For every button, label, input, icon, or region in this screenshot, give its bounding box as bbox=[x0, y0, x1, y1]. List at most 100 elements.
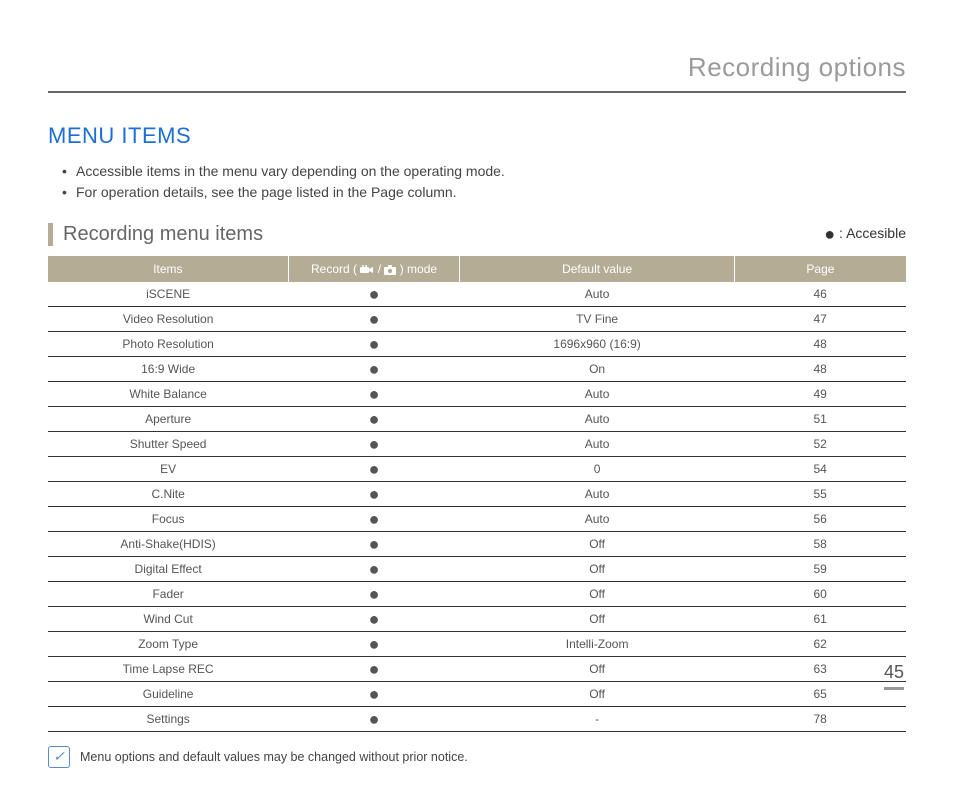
cell-default: Auto bbox=[460, 507, 735, 532]
cell-default: Auto bbox=[460, 432, 735, 457]
chapter-title: Recording options bbox=[48, 52, 906, 93]
table-row: Fader●Off60 bbox=[48, 582, 906, 607]
cell-item: Guideline bbox=[48, 682, 288, 707]
cell-item: iSCENE bbox=[48, 282, 288, 307]
cell-page: 56 bbox=[734, 507, 906, 532]
cell-mode: ● bbox=[288, 532, 460, 557]
table-row: Video Resolution●TV Fine47 bbox=[48, 307, 906, 332]
table-row: Settings●-78 bbox=[48, 707, 906, 732]
cell-mode: ● bbox=[288, 307, 460, 332]
th-mode-post: ) mode bbox=[396, 262, 437, 276]
cell-item: Aperture bbox=[48, 407, 288, 432]
subsection-title: Recording menu items bbox=[48, 223, 263, 246]
cell-default: Auto bbox=[460, 407, 735, 432]
cell-mode: ● bbox=[288, 432, 460, 457]
table-row: Photo Resolution●1696x960 (16:9)48 bbox=[48, 332, 906, 357]
table-row: iSCENE●Auto46 bbox=[48, 282, 906, 307]
cell-default: 0 bbox=[460, 457, 735, 482]
dot-icon: ● bbox=[824, 224, 835, 244]
cell-mode: ● bbox=[288, 632, 460, 657]
cell-page: 48 bbox=[734, 357, 906, 382]
cell-default: - bbox=[460, 707, 735, 732]
cell-page: 52 bbox=[734, 432, 906, 457]
cell-page: 78 bbox=[734, 707, 906, 732]
table-row: Guideline●Off65 bbox=[48, 682, 906, 707]
cell-default: Off bbox=[460, 607, 735, 632]
cell-default: Auto bbox=[460, 282, 735, 307]
video-icon bbox=[360, 262, 374, 276]
table-row: Zoom Type●Intelli-Zoom62 bbox=[48, 632, 906, 657]
cell-item: Anti-Shake(HDIS) bbox=[48, 532, 288, 557]
cell-item: Focus bbox=[48, 507, 288, 532]
cell-page: 51 bbox=[734, 407, 906, 432]
cell-mode: ● bbox=[288, 332, 460, 357]
cell-item: Photo Resolution bbox=[48, 332, 288, 357]
bullet-item: For operation details, see the page list… bbox=[62, 182, 906, 203]
cell-page: 55 bbox=[734, 482, 906, 507]
cell-default: Off bbox=[460, 582, 735, 607]
cell-mode: ● bbox=[288, 407, 460, 432]
cell-default: Auto bbox=[460, 382, 735, 407]
cell-mode: ● bbox=[288, 357, 460, 382]
th-mode-pre: Record ( bbox=[311, 262, 360, 276]
th-default: Default value bbox=[460, 256, 735, 282]
cell-page: 47 bbox=[734, 307, 906, 332]
table-row: 16:9 Wide●On48 bbox=[48, 357, 906, 382]
cell-default: Off bbox=[460, 532, 735, 557]
cell-default: Auto bbox=[460, 482, 735, 507]
table-row: Time Lapse REC●Off63 bbox=[48, 657, 906, 682]
cell-item: Zoom Type bbox=[48, 632, 288, 657]
cell-item: Digital Effect bbox=[48, 557, 288, 582]
cell-mode: ● bbox=[288, 682, 460, 707]
menu-table: Items Record ( / ) mode Default value Pa… bbox=[48, 256, 906, 732]
intro-bullets: Accessible items in the menu vary depend… bbox=[62, 161, 906, 203]
legend-label: : Accesible bbox=[835, 225, 906, 241]
bullet-item: Accessible items in the menu vary depend… bbox=[62, 161, 906, 182]
cell-item: Shutter Speed bbox=[48, 432, 288, 457]
legend: ● : Accesible bbox=[824, 224, 906, 245]
cell-mode: ● bbox=[288, 482, 460, 507]
section-title: MENU ITEMS bbox=[48, 123, 906, 149]
cell-mode: ● bbox=[288, 657, 460, 682]
cell-item: Fader bbox=[48, 582, 288, 607]
cell-item: EV bbox=[48, 457, 288, 482]
cell-item: White Balance bbox=[48, 382, 288, 407]
table-row: White Balance●Auto49 bbox=[48, 382, 906, 407]
cell-item: Settings bbox=[48, 707, 288, 732]
th-page: Page bbox=[734, 256, 906, 282]
table-row: EV●054 bbox=[48, 457, 906, 482]
cell-page: 49 bbox=[734, 382, 906, 407]
cell-page: 63 bbox=[734, 657, 906, 682]
cell-page: 60 bbox=[734, 582, 906, 607]
table-row: Shutter Speed●Auto52 bbox=[48, 432, 906, 457]
cell-page: 62 bbox=[734, 632, 906, 657]
cell-mode: ● bbox=[288, 607, 460, 632]
th-mode: Record ( / ) mode bbox=[288, 256, 460, 282]
table-row: Digital Effect●Off59 bbox=[48, 557, 906, 582]
cell-default: On bbox=[460, 357, 735, 382]
cell-default: 1696x960 (16:9) bbox=[460, 332, 735, 357]
cell-mode: ● bbox=[288, 582, 460, 607]
cell-page: 61 bbox=[734, 607, 906, 632]
cell-item: Wind Cut bbox=[48, 607, 288, 632]
cell-default: Off bbox=[460, 657, 735, 682]
cell-mode: ● bbox=[288, 457, 460, 482]
cell-page: 54 bbox=[734, 457, 906, 482]
cell-item: 16:9 Wide bbox=[48, 357, 288, 382]
cell-default: Off bbox=[460, 557, 735, 582]
cell-page: 46 bbox=[734, 282, 906, 307]
note-icon: ✓ bbox=[48, 746, 70, 768]
note-text: Menu options and default values may be c… bbox=[80, 750, 468, 764]
cell-mode: ● bbox=[288, 382, 460, 407]
cell-item: Time Lapse REC bbox=[48, 657, 288, 682]
note: ✓ Menu options and default values may be… bbox=[48, 746, 906, 768]
cell-default: TV Fine bbox=[460, 307, 735, 332]
cell-mode: ● bbox=[288, 507, 460, 532]
camera-icon bbox=[384, 262, 396, 276]
cell-default: Intelli-Zoom bbox=[460, 632, 735, 657]
cell-default: Off bbox=[460, 682, 735, 707]
table-row: Wind Cut●Off61 bbox=[48, 607, 906, 632]
table-row: Aperture●Auto51 bbox=[48, 407, 906, 432]
cell-mode: ● bbox=[288, 282, 460, 307]
table-row: Anti-Shake(HDIS)●Off58 bbox=[48, 532, 906, 557]
